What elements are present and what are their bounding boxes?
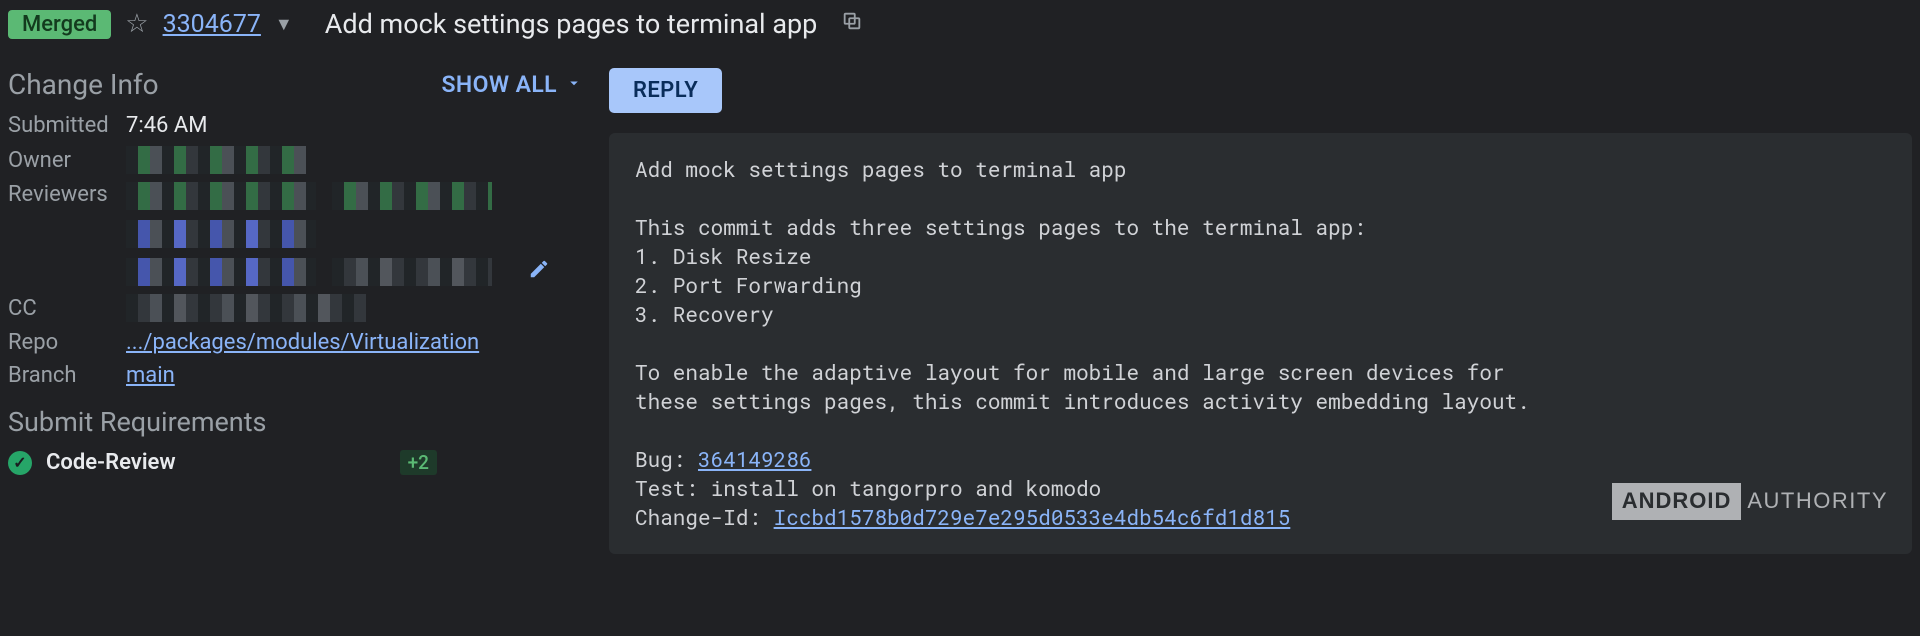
changeid-link[interactable]: Iccbd1578b0d729e7e295d0533e4db54c6fd1d81… <box>774 503 1291 531</box>
status-badge: Merged <box>8 10 111 39</box>
reviewer-redacted <box>332 182 492 210</box>
reviewer-redacted <box>126 258 316 286</box>
requirement-name: Code-Review <box>46 450 176 475</box>
test-line: Test: install on tangorpro and komodo <box>635 474 1101 502</box>
submit-requirements-heading: Submit Requirements <box>8 406 583 438</box>
reviewers-list <box>126 182 550 286</box>
chevron-down-icon[interactable]: ▼ <box>275 14 293 35</box>
reviewer-redacted <box>332 258 492 286</box>
watermark-brand-text: AUTHORITY <box>1747 486 1888 516</box>
watermark-brand-box: ANDROID <box>1612 483 1742 519</box>
commit-title: Add mock settings pages to terminal app <box>635 155 1126 183</box>
show-all-button[interactable]: SHOW ALL <box>441 71 583 98</box>
bug-label: Bug: <box>635 445 698 473</box>
chevron-down-icon <box>565 71 583 98</box>
reply-button[interactable]: REPLY <box>609 68 722 113</box>
reviewer-redacted <box>126 182 316 210</box>
commit-body: This commit adds three settings pages to… <box>635 213 1530 415</box>
copy-icon[interactable] <box>841 10 863 38</box>
score-badge: +2 <box>400 450 437 475</box>
change-header: Merged ☆ 3304677 ▼ Add mock settings pag… <box>0 0 1920 50</box>
submitted-label: Submitted <box>8 113 126 138</box>
requirement-row: ✓ Code-Review +2 <box>8 450 583 475</box>
branch-link[interactable]: main <box>126 363 175 388</box>
repo-link[interactable]: .../packages/modules/Virtualization <box>126 330 479 355</box>
owner-redacted <box>126 146 306 174</box>
cc-label: CC <box>8 296 126 321</box>
check-icon: ✓ <box>8 451 32 475</box>
change-title: Add mock settings pages to terminal app <box>325 8 818 40</box>
changeid-label: Change-Id: <box>635 503 774 531</box>
change-info-heading: Change Info <box>8 68 159 101</box>
reviewer-redacted <box>126 220 316 248</box>
show-all-label: SHOW ALL <box>441 71 557 98</box>
watermark: ANDROID AUTHORITY <box>1612 483 1888 519</box>
pencil-icon[interactable] <box>528 258 550 286</box>
reviewers-label: Reviewers <box>8 182 126 207</box>
star-icon[interactable]: ☆ <box>125 9 148 39</box>
submitted-value: 7:46 AM <box>126 113 207 138</box>
owner-label: Owner <box>8 148 126 173</box>
commit-message: Add mock settings pages to terminal app … <box>609 133 1912 554</box>
branch-label: Branch <box>8 363 126 388</box>
cc-redacted <box>126 294 366 322</box>
change-number-link[interactable]: 3304677 <box>163 10 261 39</box>
bug-link[interactable]: 364149286 <box>698 445 811 473</box>
repo-label: Repo <box>8 330 126 355</box>
